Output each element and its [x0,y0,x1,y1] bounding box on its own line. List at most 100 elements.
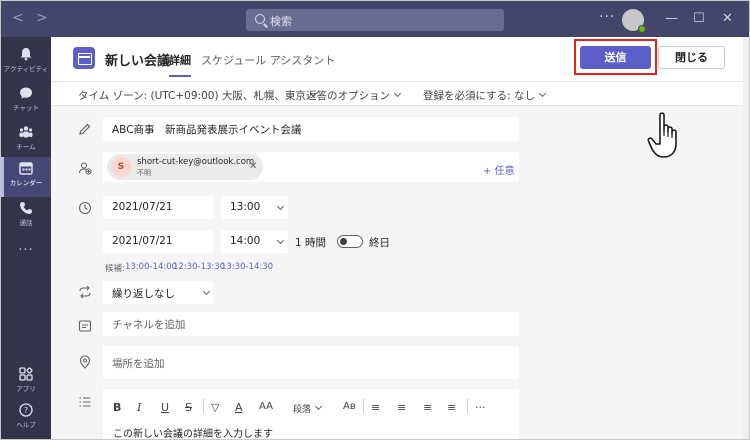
response-options-label: 返答のオプション [306,90,390,102]
maximize-button[interactable]: ☐ [693,11,705,26]
end-date-value: 2021/07/21 [112,235,173,247]
remove-attendee-icon[interactable]: ✕ [249,161,257,172]
rail-item-help[interactable]: ? ヘルプ [1,399,51,439]
strikethrough-button[interactable]: S [185,401,192,414]
close-button[interactable]: 閉じる [658,46,725,69]
repeat-icon [79,285,91,299]
clear-format-icon[interactable]: Aв [343,401,356,412]
tab-details[interactable]: 詳細 [169,52,191,68]
search-input[interactable]: 検索 [246,9,504,31]
attendee-chip[interactable]: S short-cut-key@outlook.com 不明 ✕ [107,154,263,180]
apps-icon [19,367,33,381]
attendee-email: short-cut-key@outlook.com [137,157,255,167]
rail-item-teams[interactable]: チーム [1,121,51,161]
teams-window: < > 検索 ··· — ☐ ✕ アクティビティ チャット チーム カレンダー [0,0,750,440]
meeting-details-editor[interactable]: B I U S ▽ A AA 段落 Aв ≡ ≡ ≡ ≡ ··· この新しい会議… [103,389,519,440]
meeting-title-value: ABC商事 新商品発表展示イベント会議 [112,124,302,136]
highlight-icon[interactable]: ▽ [211,401,219,414]
chevron-down-icon [202,287,211,296]
vertical-scrollbar[interactable] [743,37,749,439]
rail-label: カレンダー [9,179,43,187]
start-time-select[interactable]: 13:00 [221,196,288,219]
calendar-icon [73,47,95,69]
start-date-input[interactable]: 2021/07/21 [103,196,213,219]
chevron-down-icon [538,89,547,98]
more-apps-icon[interactable]: ··· [1,243,51,258]
paragraph-dropdown[interactable]: 段落 [293,402,323,415]
back-icon[interactable]: < [12,10,24,26]
suggestion-link[interactable]: 13:00-14:00 [125,262,177,272]
rail-item-activity[interactable]: アクティビティ [1,43,51,83]
paragraph-label: 段落 [293,405,312,415]
suggestions-label: 候補: [105,264,125,274]
rail-label: アクティビティ [3,65,49,73]
rail-label: アプリ [16,385,36,393]
bell-icon [20,48,32,61]
svg-text:?: ? [24,406,28,415]
registration-label: 登録を必須にする: なし [423,90,535,102]
channel-placeholder: チャネルを追加 [112,319,186,331]
start-date-value: 2021/07/21 [112,201,173,213]
more-formatting-icon[interactable]: ··· [475,401,486,414]
font-color-icon[interactable]: A [235,401,243,414]
meeting-header: 新しい会議 詳細 スケジュール アシスタント 送信 閉じる [51,37,749,81]
underline-button[interactable]: U [161,401,169,414]
end-time-select[interactable]: 14:00 [221,230,288,253]
teams-icon [19,126,33,138]
tab-scheduling-assistant[interactable]: スケジュール アシスタント [201,52,335,68]
rail-item-chat[interactable]: チャット [1,82,51,122]
rail-item-calendar[interactable]: カレンダー [1,157,51,197]
decrease-indent-icon[interactable]: ≡ [371,401,380,414]
numbered-list-icon[interactable]: ≡ [447,401,456,414]
end-date-input[interactable]: 2021/07/21 [103,230,213,253]
channel-input[interactable]: チャネルを追加 [103,312,519,336]
chevron-down-icon [276,236,285,245]
italic-button[interactable]: I [137,401,141,414]
suggestion-link[interactable]: 13:30-14:30 [221,262,273,272]
toolbar-divider [363,399,364,413]
active-tab-indicator [169,75,191,77]
minimize-button[interactable]: — [665,11,678,26]
more-options-icon[interactable]: ··· [599,9,615,25]
timezone-label: タイム ゾーン: (UTC+09:00) 大阪、札幌、東京 [78,90,306,102]
clock-icon [78,201,92,215]
allday-label: 終日 [369,237,390,249]
attendee-avatar: S [111,157,131,177]
repeat-select[interactable]: 繰り返しなし [103,281,213,304]
registration-dropdown[interactable]: 登録を必須にする: なし [423,88,547,103]
add-person-icon [78,162,92,175]
channel-icon [78,320,92,332]
forward-icon[interactable]: > [36,10,48,26]
font-size-icon[interactable]: AA [259,401,273,412]
bold-button[interactable]: B [113,401,121,414]
rail-item-apps[interactable]: アプリ [1,363,51,403]
rail-label: チャット [13,104,39,112]
rail-label: ヘルプ [16,421,36,429]
duration-label: 1 時間 [295,237,327,249]
meeting-title-input[interactable]: ABC商事 新商品発表展示イベント会議 [103,117,519,141]
user-avatar[interactable] [622,9,646,33]
rail-item-calls[interactable]: 通話 [1,197,51,237]
page-title: 新しい会議 [105,54,171,69]
location-input[interactable]: 場所を追加 [103,346,519,379]
help-icon: ? [19,403,33,417]
app-rail: アクティビティ チャット チーム カレンダー 通話 ··· アプリ ? ヘルプ [1,37,51,439]
suggestion-link[interactable]: 12:30-13:30 [173,262,225,272]
rail-label: チーム [16,143,36,151]
meeting-options-bar: タイム ゾーン: (UTC+09:00) 大阪、札幌、東京 返答のオプション 登… [51,81,749,106]
send-button[interactable]: 送信 [580,46,651,69]
location-placeholder: 場所を追加 [112,358,165,370]
chevron-down-icon [393,89,402,98]
bulleted-list-icon[interactable]: ≡ [423,401,432,414]
response-options-dropdown[interactable]: 返答のオプション [306,88,402,103]
search-placeholder: 検索 [270,15,292,28]
timezone-dropdown[interactable]: タイム ゾーン: (UTC+09:00) 大阪、札幌、東京 [78,88,317,103]
increase-indent-icon[interactable]: ≡ [397,401,406,414]
chevron-down-icon [314,402,323,411]
allday-toggle[interactable] [337,235,363,248]
toolbar-divider [467,399,468,413]
chevron-down-icon [276,202,285,211]
optional-attendee-link[interactable]: + 任意 [483,162,515,177]
close-window-button[interactable]: ✕ [722,11,733,26]
editor-placeholder: この新しい会議の詳細を入力します [113,429,273,440]
